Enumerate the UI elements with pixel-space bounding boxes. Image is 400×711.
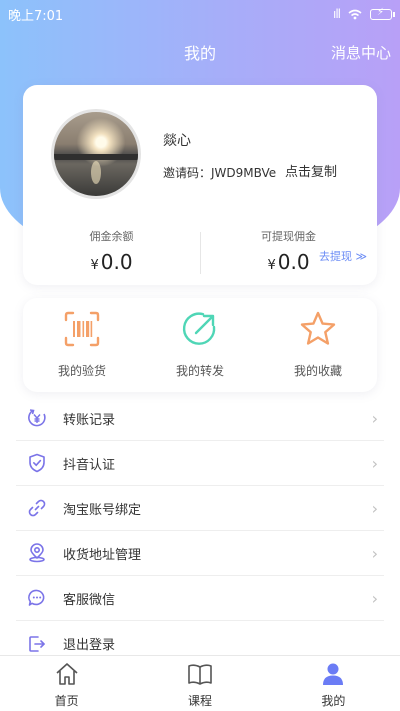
tab-courses[interactable]: 课程 bbox=[133, 656, 266, 711]
currency-symbol: ¥ bbox=[267, 258, 276, 273]
logout-icon bbox=[29, 635, 45, 652]
page-title: 我的 bbox=[183, 44, 216, 63]
avatar-reflection-shape bbox=[90, 160, 102, 185]
menu-item-douyin-verification[interactable]: 抖音认证 › bbox=[16, 441, 384, 486]
avatar-bridge-shape bbox=[54, 154, 138, 160]
tab-label: 课程 bbox=[187, 694, 212, 708]
commission-balance-value: 0.0 bbox=[100, 250, 133, 274]
message-center-button[interactable]: 消息中心 bbox=[331, 42, 391, 63]
menu-item-customer-service-wechat[interactable]: 客服微信 › bbox=[16, 576, 384, 621]
username: 燚心 bbox=[163, 133, 191, 149]
link-icon bbox=[28, 499, 46, 517]
wifi-icon bbox=[348, 9, 362, 19]
chevron-right-icon: › bbox=[371, 498, 378, 518]
menu-item-address-management[interactable]: 收货地址管理 › bbox=[16, 531, 384, 576]
status-time: 晚上7:01 bbox=[8, 8, 64, 24]
menu-item-label: 转账记录 bbox=[63, 412, 116, 428]
withdrawable-commission-value: 0.0 bbox=[277, 250, 310, 274]
menu-item-label: 淘宝账号绑定 bbox=[63, 502, 142, 518]
charging-icon: ⚡ bbox=[377, 6, 385, 18]
menu-item-label: 抖音认证 bbox=[63, 457, 116, 473]
barcode-scan-icon bbox=[64, 311, 100, 347]
commission-balance: 佣金余额 ¥0.0 bbox=[23, 228, 200, 274]
share-forward-icon bbox=[182, 312, 216, 345]
quick-actions-card: 我的验货 我的转发 我的收藏 bbox=[23, 298, 377, 392]
tab-label: 首页 bbox=[54, 694, 79, 708]
status-bar: 晚上7:01 ıll ⚡ bbox=[0, 0, 400, 28]
quick-action-label: 我的收藏 bbox=[293, 364, 342, 378]
withdrawable-commission-label: 可提现佣金 bbox=[261, 230, 316, 243]
profile-card: 燚心 邀请码：JWD9MBVe 点击复制 佣金余额 ¥0.0 可提现佣金 ¥0.… bbox=[23, 85, 377, 285]
tab-mine[interactable]: 我的 bbox=[267, 656, 400, 711]
avatar[interactable] bbox=[51, 109, 141, 199]
battery-icon: ⚡ bbox=[370, 6, 395, 20]
user-icon bbox=[323, 663, 344, 685]
quick-action-forward[interactable]: 我的转发 bbox=[141, 298, 259, 392]
bottom-tab-bar: 首页 课程 我的 bbox=[0, 655, 400, 711]
settings-menu: 转账记录 › 抖音认证 › 淘宝账号绑定 › 收货地址管理 › 客服微信 › 退… bbox=[16, 396, 384, 666]
quick-action-inspection[interactable]: 我的验货 bbox=[23, 298, 141, 392]
menu-item-label: 退出登录 bbox=[63, 638, 116, 653]
withdraw-link[interactable]: 去提现 ≫ bbox=[319, 248, 367, 264]
chevron-right-icon: › bbox=[371, 453, 378, 473]
chat-bubble-icon bbox=[28, 589, 45, 606]
tab-home[interactable]: 首页 bbox=[0, 656, 133, 711]
commission-balance-label: 佣金余额 bbox=[89, 230, 134, 243]
location-icon bbox=[29, 543, 45, 563]
book-icon bbox=[188, 664, 212, 685]
chevron-right-icon: › bbox=[371, 543, 378, 563]
menu-item-transfer-records[interactable]: 转账记录 › bbox=[16, 396, 384, 441]
copy-invite-button[interactable]: 点击复制 bbox=[285, 161, 337, 180]
status-icons: ıll ⚡ bbox=[332, 6, 395, 21]
quick-action-label: 我的验货 bbox=[57, 364, 106, 378]
currency-symbol: ¥ bbox=[90, 258, 99, 273]
menu-item-label: 客服微信 bbox=[63, 592, 116, 608]
commission-balance-value-row: ¥0.0 bbox=[23, 250, 200, 274]
quick-action-favorites[interactable]: 我的收藏 bbox=[259, 298, 377, 392]
shield-check-icon bbox=[29, 453, 45, 473]
navbar: 我的 消息中心 bbox=[0, 36, 400, 68]
invite-code: 邀请码：JWD9MBVe bbox=[163, 166, 277, 180]
tab-label: 我的 bbox=[321, 694, 346, 708]
quick-action-label: 我的转发 bbox=[175, 364, 224, 378]
home-icon bbox=[56, 663, 78, 685]
menu-item-label: 收货地址管理 bbox=[63, 547, 142, 563]
chevron-right-icon: › bbox=[371, 588, 378, 608]
star-icon bbox=[300, 311, 336, 345]
menu-item-taobao-binding[interactable]: 淘宝账号绑定 › bbox=[16, 486, 384, 531]
chevron-right-icon: › bbox=[371, 408, 378, 428]
yen-refresh-icon bbox=[28, 409, 46, 427]
signal-icon: ıll bbox=[332, 7, 341, 21]
